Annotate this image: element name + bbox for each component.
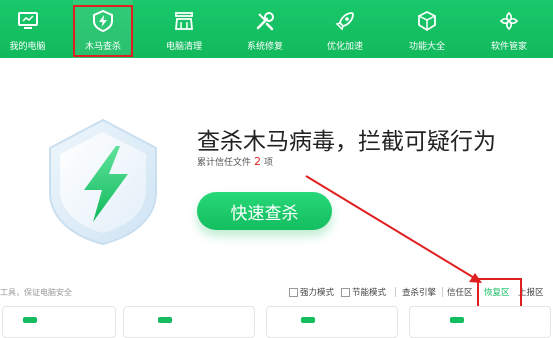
tool-card[interactable] (266, 306, 398, 338)
strong-mode-checkbox[interactable]: 强力模式 (289, 286, 334, 298)
card-icon (23, 317, 37, 323)
divider (442, 287, 443, 297)
tool-card[interactable] (2, 306, 116, 338)
footer-tip-text: 工具，保证电脑安全 (0, 288, 72, 297)
divider (395, 287, 396, 297)
scan-engine-link[interactable]: 查杀引擎 (402, 286, 436, 298)
annotation-box-restore (477, 278, 522, 309)
power-mode-label: 节能模式 (352, 288, 387, 298)
card-icon (158, 317, 172, 323)
card-icon (450, 317, 464, 323)
power-mode-checkbox[interactable]: 节能模式 (341, 286, 386, 298)
annotation-arrow (305, 175, 482, 283)
checkbox-box[interactable] (289, 287, 298, 297)
card-icon (301, 317, 315, 323)
tool-card[interactable] (409, 306, 551, 338)
strong-mode-label: 强力模式 (300, 288, 335, 298)
trust-zone-link[interactable]: 信任区 (447, 286, 473, 298)
checkbox-box[interactable] (341, 287, 350, 297)
tool-card[interactable] (123, 306, 255, 338)
